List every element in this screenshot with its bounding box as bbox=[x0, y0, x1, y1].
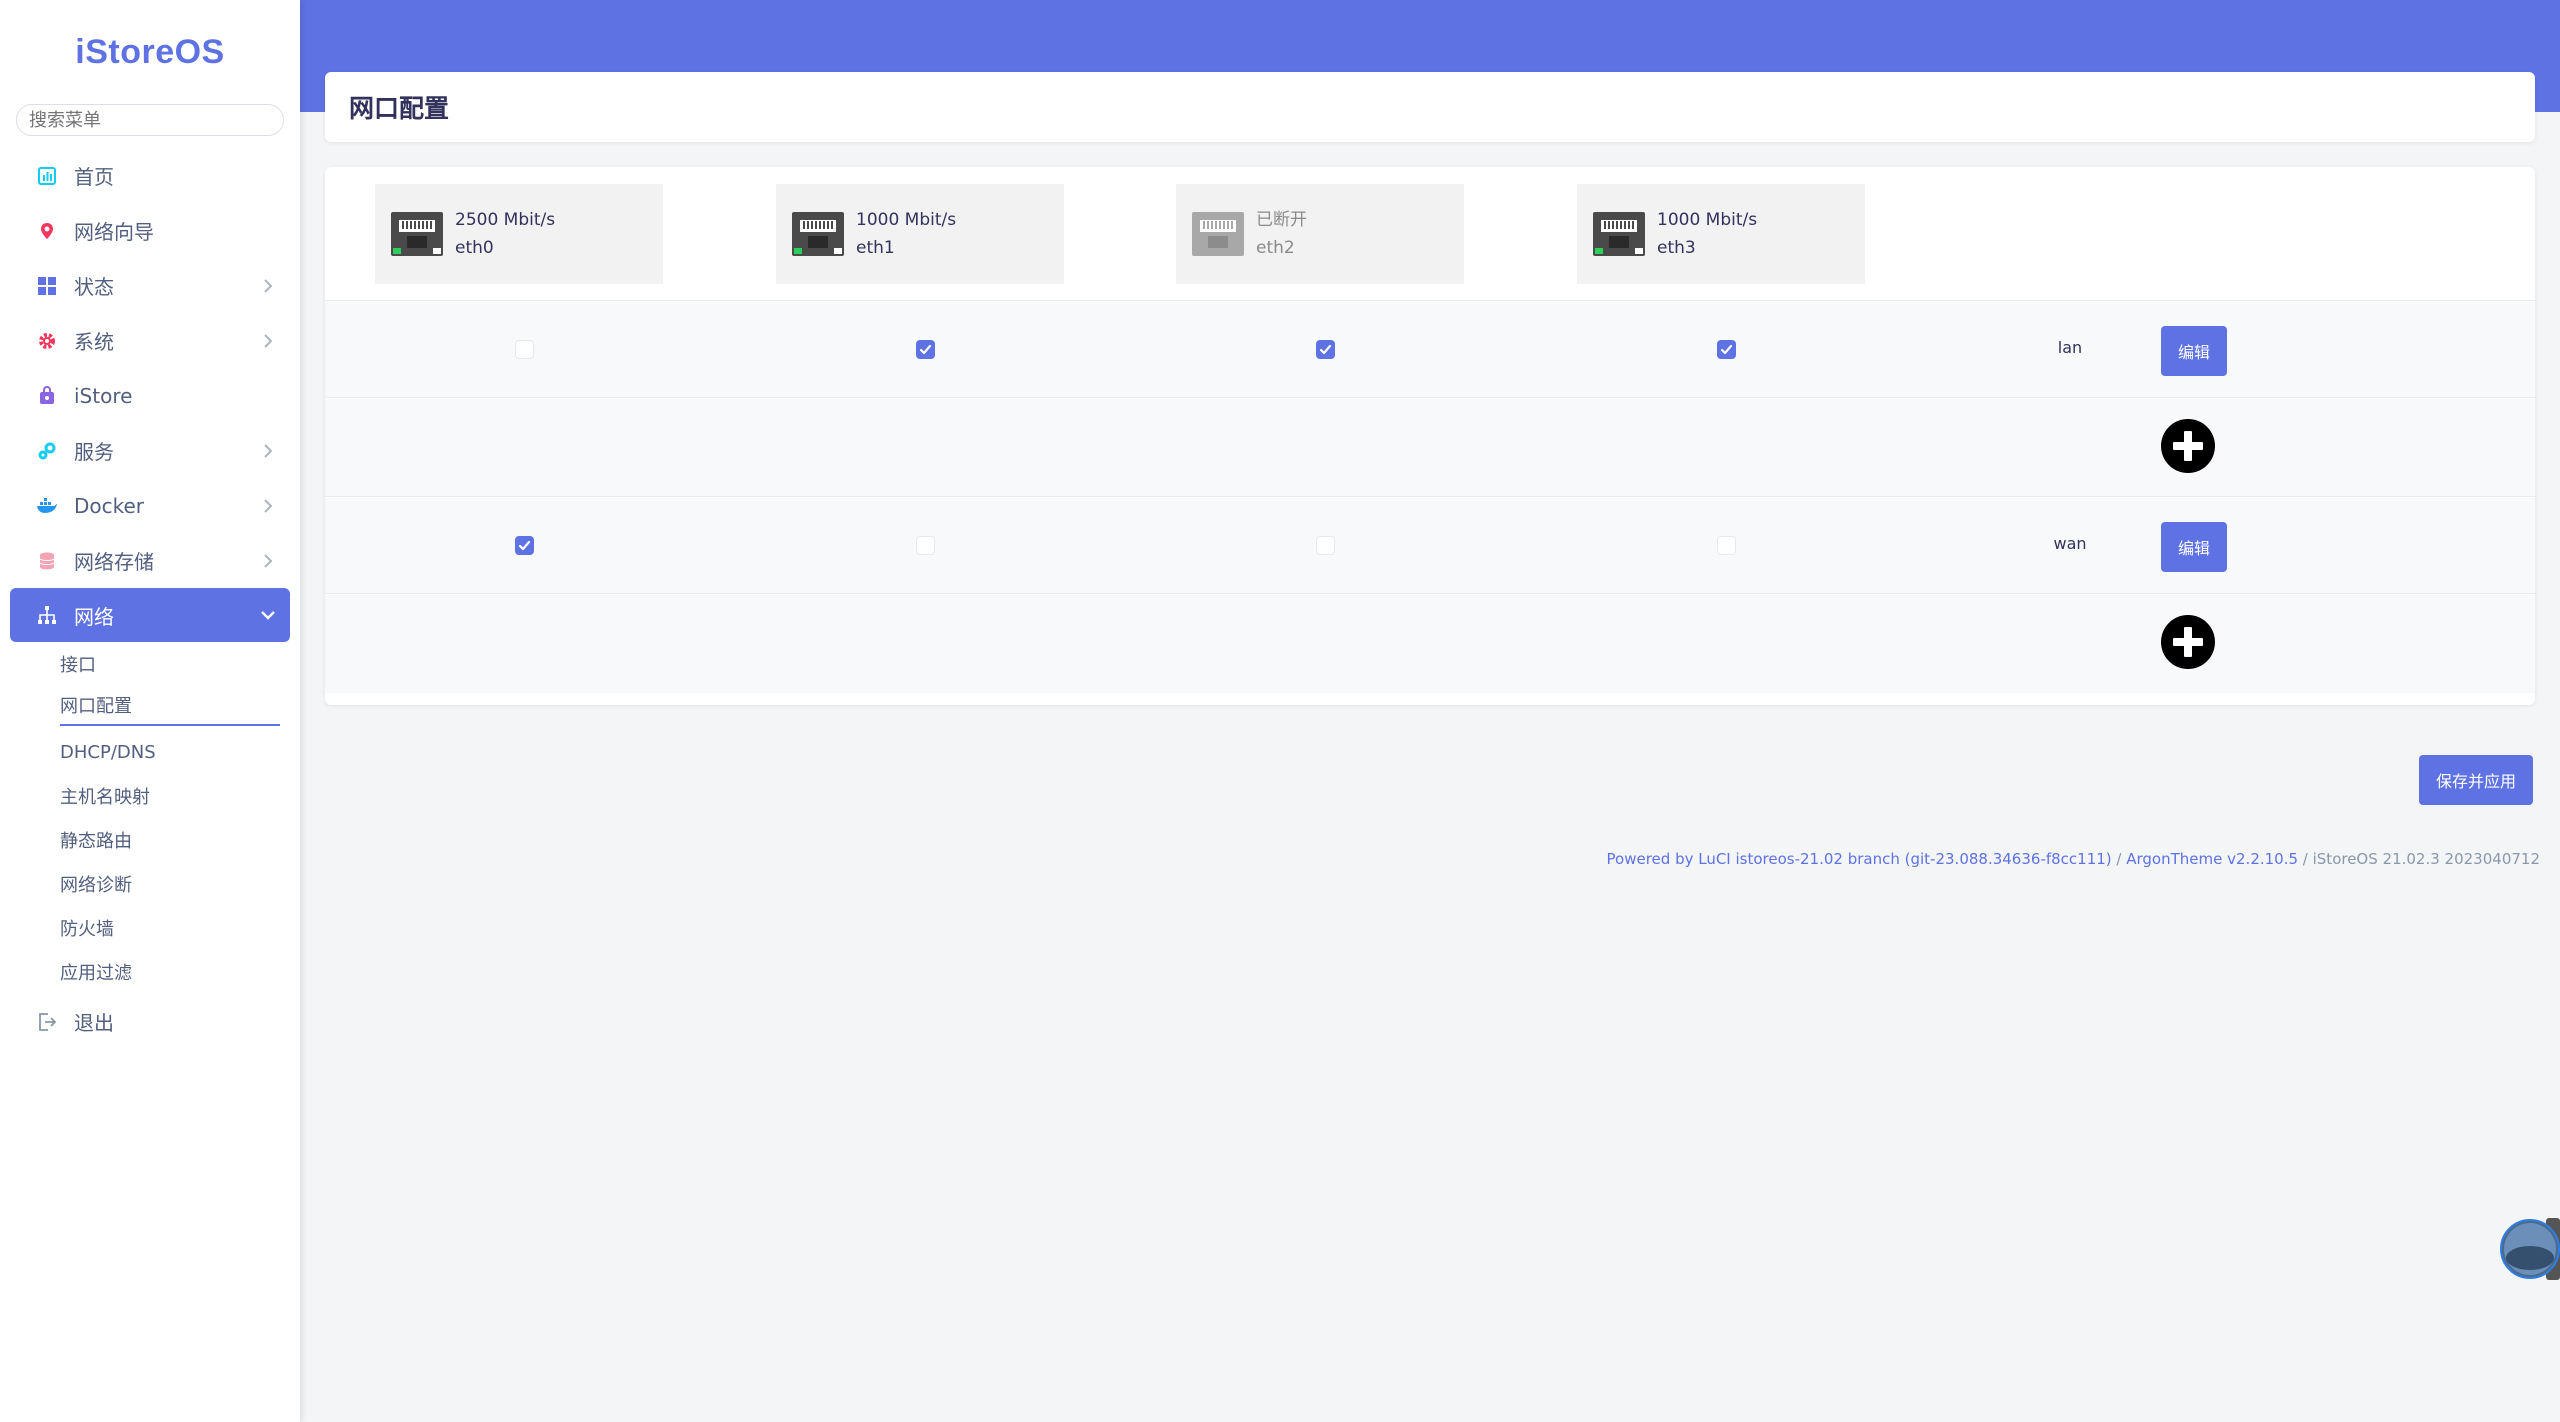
sidebar-item-label: 退出 bbox=[74, 1011, 114, 1035]
sidebar-item-network[interactable]: 网络 bbox=[10, 588, 290, 642]
submenu-item-port-config[interactable]: 网口配置 bbox=[60, 686, 280, 726]
port-name: eth0 bbox=[455, 238, 494, 258]
sidebar-item-system[interactable]: 系统 bbox=[10, 313, 290, 368]
save-apply-button[interactable]: 保存并应用 bbox=[2419, 755, 2533, 805]
zone-row-lan: lan 编辑 bbox=[325, 302, 2535, 398]
sidebar-item-home[interactable]: 首页 bbox=[10, 148, 290, 203]
port-speed: 1000 Mbit/s bbox=[856, 210, 957, 230]
services-gears-icon bbox=[36, 440, 58, 462]
logout-icon bbox=[36, 1011, 58, 1033]
port-config-card: 2500 Mbit/s eth0 1000 Mbit/s eth1 已断开 et… bbox=[325, 167, 2535, 705]
sidebar-item-docker[interactable]: Docker bbox=[10, 478, 290, 533]
port-member-checkbox-checked[interactable] bbox=[916, 340, 935, 359]
chevron-right-icon bbox=[260, 498, 276, 514]
port-member-checkbox-checked[interactable] bbox=[1717, 340, 1736, 359]
sidebar-item-services[interactable]: 服务 bbox=[10, 423, 290, 478]
submenu-item-hostnames[interactable]: 主机名映射 bbox=[60, 774, 300, 818]
system-gear-icon bbox=[36, 330, 58, 352]
network-tree-icon bbox=[36, 604, 58, 626]
status-grid-icon bbox=[36, 275, 58, 297]
sidebar-item-label: 网络存储 bbox=[74, 550, 154, 574]
edit-zone-button[interactable]: 编辑 bbox=[2161, 326, 2227, 376]
sidebar-item-label: Docker bbox=[74, 493, 145, 518]
sidebar-item-network-wizard[interactable]: 网络向导 bbox=[10, 203, 290, 258]
port-card-eth3: 1000 Mbit/s eth3 bbox=[1577, 184, 1865, 284]
port-member-checkbox-checked[interactable] bbox=[1316, 340, 1335, 359]
port-member-checkbox[interactable] bbox=[515, 340, 534, 359]
brand-logo[interactable]: iStoreOS bbox=[0, 0, 300, 104]
sidebar-item-label: 系统 bbox=[74, 330, 114, 354]
submenu-item-dhcp-dns[interactable]: DHCP/DNS bbox=[60, 730, 300, 774]
port-card-eth1: 1000 Mbit/s eth1 bbox=[776, 184, 1064, 284]
sidebar-item-logout[interactable]: 退出 bbox=[10, 994, 290, 1049]
sidebar: iStoreOS 首页 网络向导 状态 系统 bbox=[0, 0, 300, 1422]
zone-row-wan: wan 编辑 bbox=[325, 498, 2535, 594]
submenu-item-firewall[interactable]: 防火墙 bbox=[60, 906, 300, 950]
submenu-item-static-routes[interactable]: 静态路由 bbox=[60, 818, 300, 862]
port-member-checkbox[interactable] bbox=[1717, 536, 1736, 555]
add-zone-plus-icon[interactable] bbox=[2161, 419, 2215, 473]
port-list: 2500 Mbit/s eth0 1000 Mbit/s eth1 已断开 et… bbox=[325, 167, 2535, 301]
chevron-right-icon bbox=[260, 278, 276, 294]
submenu-item-diagnostics[interactable]: 网络诊断 bbox=[60, 862, 300, 906]
zone-name: wan bbox=[2053, 534, 2087, 553]
port-card-eth2: 已断开 eth2 bbox=[1176, 184, 1464, 284]
edit-zone-button[interactable]: 编辑 bbox=[2161, 522, 2227, 572]
footer-version: / iStoreOS 21.02.3 2023040712 bbox=[2298, 850, 2540, 868]
add-zone-row bbox=[325, 399, 2535, 497]
port-member-checkbox[interactable] bbox=[916, 536, 935, 555]
chevron-down-icon bbox=[260, 607, 276, 623]
sidebar-item-label: iStore bbox=[74, 383, 133, 408]
port-speed: 1000 Mbit/s bbox=[1657, 210, 1758, 230]
sidebar-item-label: 网络 bbox=[74, 604, 114, 629]
footer-separator: / bbox=[2111, 850, 2127, 868]
store-bag-icon bbox=[36, 385, 58, 407]
sidebar-item-status[interactable]: 状态 bbox=[10, 258, 290, 313]
sidebar-item-label: 网络向导 bbox=[74, 220, 154, 244]
sidebar-nav: 首页 网络向导 状态 系统 iStore 服务 Docker 网络存储 网络 接… bbox=[0, 148, 300, 1049]
page-title: 网口配置 bbox=[325, 72, 2535, 142]
footer-luci-link[interactable]: Powered by LuCI istoreos-21.02 branch (g… bbox=[1607, 850, 2112, 868]
sidebar-item-label: 状态 bbox=[74, 275, 114, 299]
network-wizard-icon bbox=[36, 220, 58, 242]
port-member-checkbox[interactable] bbox=[1316, 536, 1335, 555]
chevron-right-icon bbox=[260, 443, 276, 459]
sidebar-item-istore[interactable]: iStore bbox=[10, 368, 290, 423]
port-member-checkbox-checked[interactable] bbox=[515, 536, 534, 555]
port-name: eth3 bbox=[1657, 238, 1696, 258]
ethernet-port-disconnected-icon bbox=[1192, 212, 1244, 256]
sidebar-item-network-storage[interactable]: 网络存储 bbox=[10, 533, 290, 588]
sidebar-item-label: 首页 bbox=[74, 165, 114, 189]
chevron-right-icon bbox=[260, 333, 276, 349]
network-submenu: 接口 网口配置 DHCP/DNS 主机名映射 静态路由 网络诊断 防火墙 应用过… bbox=[0, 642, 300, 994]
ethernet-port-icon bbox=[1593, 212, 1645, 256]
submenu-item-app-filter[interactable]: 应用过滤 bbox=[60, 950, 300, 994]
footer: Powered by LuCI istoreos-21.02 branch (g… bbox=[1607, 850, 2540, 868]
footer-theme-link[interactable]: ArgonTheme v2.2.10.5 bbox=[2126, 850, 2298, 868]
port-speed: 已断开 bbox=[1256, 210, 1307, 230]
zone-name: lan bbox=[2057, 338, 2083, 357]
search-menu-input[interactable] bbox=[29, 109, 271, 131]
port-card-eth0: 2500 Mbit/s eth0 bbox=[375, 184, 663, 284]
storage-database-icon bbox=[36, 550, 58, 572]
port-speed: 2500 Mbit/s bbox=[455, 210, 556, 230]
home-icon bbox=[36, 165, 58, 187]
sidebar-item-label: 服务 bbox=[74, 440, 114, 464]
chevron-right-icon bbox=[260, 553, 276, 569]
search-menu-field[interactable] bbox=[16, 104, 284, 136]
ethernet-port-icon bbox=[792, 212, 844, 256]
add-zone-row bbox=[325, 595, 2535, 693]
port-name: eth2 bbox=[1256, 238, 1295, 258]
port-name: eth1 bbox=[856, 238, 895, 258]
ethernet-port-icon bbox=[391, 212, 443, 256]
add-zone-plus-icon[interactable] bbox=[2161, 615, 2215, 669]
submenu-item-interfaces[interactable]: 接口 bbox=[60, 642, 300, 686]
floating-assistant-ball[interactable] bbox=[2500, 1218, 2560, 1280]
docker-icon bbox=[36, 495, 58, 517]
